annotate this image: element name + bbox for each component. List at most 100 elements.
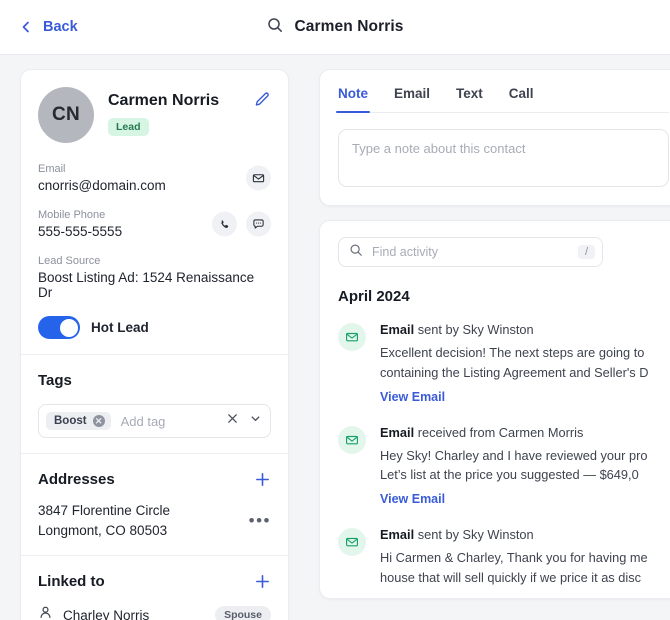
activity-kind: Email <box>380 322 415 337</box>
activity-preview-line1: Hi Carmen & Charley, Thank you for havin… <box>380 550 648 566</box>
field-email: Email cnorris@domain.com <box>38 163 271 193</box>
field-lead-source: Lead Source Boost Listing Ad: 1524 Renai… <box>38 255 271 300</box>
activity-card: Find activity / April 2024 Email sent by… <box>319 220 670 599</box>
view-email-link[interactable]: View Email <box>380 492 445 506</box>
linked-contact-name: Charley Norris <box>63 607 150 620</box>
tab-text[interactable]: Text <box>456 86 483 112</box>
activity-month-header: April 2024 <box>338 288 410 305</box>
activity-kind: Email <box>380 424 415 440</box>
envelope-icon[interactable] <box>246 165 271 191</box>
search-icon[interactable] <box>267 17 283 38</box>
profile-header-section: CN Carmen Norris Lead Email cnorris@doma… <box>21 70 288 354</box>
close-icon[interactable] <box>226 412 239 430</box>
status-badge: Lead <box>108 118 149 136</box>
field-lead-source-label: Lead Source <box>38 255 101 267</box>
person-icon <box>38 605 53 620</box>
hot-lead-label: Hot Lead <box>91 320 149 335</box>
activity-kind: Email <box>380 527 415 543</box>
tags-section: Tags Boost ✕ Add tag <box>21 354 288 453</box>
relation-badge: Spouse <box>215 606 271 620</box>
activity-item[interactable]: Email received from Carmen Morris Hey Sk… <box>338 416 669 519</box>
address-line2: Longmont, CO 80503 <box>38 522 168 538</box>
address-row: 3847 Florentine Circle Longmont, CO 8050… <box>38 501 271 540</box>
message-icon[interactable] <box>246 211 271 237</box>
back-button[interactable]: Back <box>20 19 78 35</box>
tab-email[interactable]: Email <box>394 86 430 112</box>
field-mobile-phone: Mobile Phone 555-555-5555 <box>38 209 271 239</box>
linked-to-header: Linked to <box>38 573 271 590</box>
contact-name: Carmen Norris <box>108 92 220 109</box>
top-bar: Back Carmen Norris <box>0 0 670 55</box>
activity-meta: sent by Sky Winston <box>414 322 534 337</box>
hot-lead-row: Hot Lead <box>38 316 271 339</box>
contact-detail-page: Back Carmen Norris CN Carmen Norris Lead <box>0 0 670 620</box>
top-bar-center: Carmen Norris <box>0 17 670 38</box>
addresses-header: Addresses <box>38 471 271 488</box>
page-title: Carmen Norris <box>294 18 404 35</box>
field-phone-actions <box>212 211 271 237</box>
linked-contact-left: Charley Norris <box>38 605 149 620</box>
hot-lead-toggle[interactable] <box>38 316 80 339</box>
compose-card: Note Email Text Call Type a note about t… <box>319 69 670 206</box>
phone-icon[interactable] <box>212 211 237 237</box>
left-column: CN Carmen Norris Lead Email cnorris@doma… <box>0 69 307 620</box>
toggle-knob <box>59 318 78 337</box>
tag-input[interactable]: Boost ✕ Add tag <box>38 404 271 438</box>
pencil-icon[interactable] <box>253 91 271 109</box>
activity-preview-line2: Let’s list at the price you suggested — … <box>380 467 639 483</box>
right-column: Note Email Text Call Type a note about t… <box>307 69 670 620</box>
activity-preview-line2: containing the Listing Agreement and Sel… <box>380 364 649 380</box>
activity-body: Email received from Carmen Morris Hey Sk… <box>380 425 669 509</box>
activity-body: Email sent by Sky Winston Hi Carmen & Ch… <box>380 527 669 588</box>
content-columns: CN Carmen Norris Lead Email cnorris@doma… <box>0 55 670 620</box>
tag-chip[interactable]: Boost ✕ <box>46 412 111 430</box>
addresses-title: Addresses <box>38 471 115 488</box>
profile-card: CN Carmen Norris Lead Email cnorris@doma… <box>20 69 289 620</box>
field-email-value: cnorris@domain.com <box>38 178 166 193</box>
search-shortcut-badge: / <box>577 245 595 259</box>
field-email-label: Email <box>38 163 66 175</box>
tab-call[interactable]: Call <box>509 86 534 112</box>
plus-icon[interactable] <box>254 573 271 590</box>
linked-to-title: Linked to <box>38 573 105 591</box>
activity-title: Email received from Carmen Morris <box>380 425 669 440</box>
add-tag-placeholder: Add tag <box>120 413 166 429</box>
address-menu-icon[interactable]: ••• <box>249 512 271 529</box>
activity-title: Email sent by Sky Winston <box>380 527 669 542</box>
note-input[interactable]: Type a note about this contact <box>338 129 669 187</box>
plus-icon[interactable] <box>254 471 271 488</box>
tab-note[interactable]: Note <box>336 86 370 113</box>
activity-preview-line2: house that will sell quickly if we price… <box>380 570 642 586</box>
view-email-link[interactable]: View Email <box>380 390 445 404</box>
back-label: Back <box>43 19 78 35</box>
email-icon <box>338 528 366 557</box>
activity-item[interactable]: Email sent by Sky Winston Excellent deci… <box>338 313 669 416</box>
tag-chip-label: Boost <box>54 415 87 427</box>
activity-preview-line1: Excellent decision! The next steps are g… <box>380 345 645 360</box>
linked-contact-row[interactable]: Charley Norris Spouse <box>38 605 271 620</box>
remove-tag-icon[interactable]: ✕ <box>92 415 105 427</box>
activity-meta: sent by Sky Winston <box>414 527 534 543</box>
activity-search-placeholder: Find activity <box>372 245 438 259</box>
profile-header: CN Carmen Norris Lead <box>38 87 271 143</box>
linked-to-section: Linked to Charley Norris Spouse <box>21 555 288 620</box>
email-icon <box>338 425 366 454</box>
chevron-down-icon[interactable] <box>249 412 262 430</box>
activity-item[interactable]: Email sent by Sky Winston Hi Carmen & Ch… <box>338 518 669 598</box>
tags-title: Tags <box>38 372 72 389</box>
addresses-section: Addresses 3847 Florentine Circle Longmon… <box>21 453 288 555</box>
tag-input-tools <box>226 412 262 430</box>
activity-title: Email sent by Sky Winston <box>380 322 669 337</box>
chevron-left-icon <box>20 21 32 33</box>
address-line1: 3847 Florentine Circle <box>38 503 171 518</box>
email-icon <box>338 323 366 351</box>
field-lead-source-value: Boost Listing Ad: 1524 Renaissance Dr <box>38 270 255 300</box>
activity-body: Email sent by Sky Winston Excellent deci… <box>380 322 669 406</box>
activity-search-input[interactable]: Find activity / <box>338 237 603 267</box>
search-icon <box>349 243 363 262</box>
profile-identity: Carmen Norris Lead <box>108 87 219 136</box>
activity-meta: received from Carmen Morris <box>414 424 584 440</box>
field-email-actions <box>246 165 271 191</box>
avatar: CN <box>38 87 94 143</box>
address-text: 3847 Florentine Circle Longmont, CO 8050… <box>38 501 170 540</box>
